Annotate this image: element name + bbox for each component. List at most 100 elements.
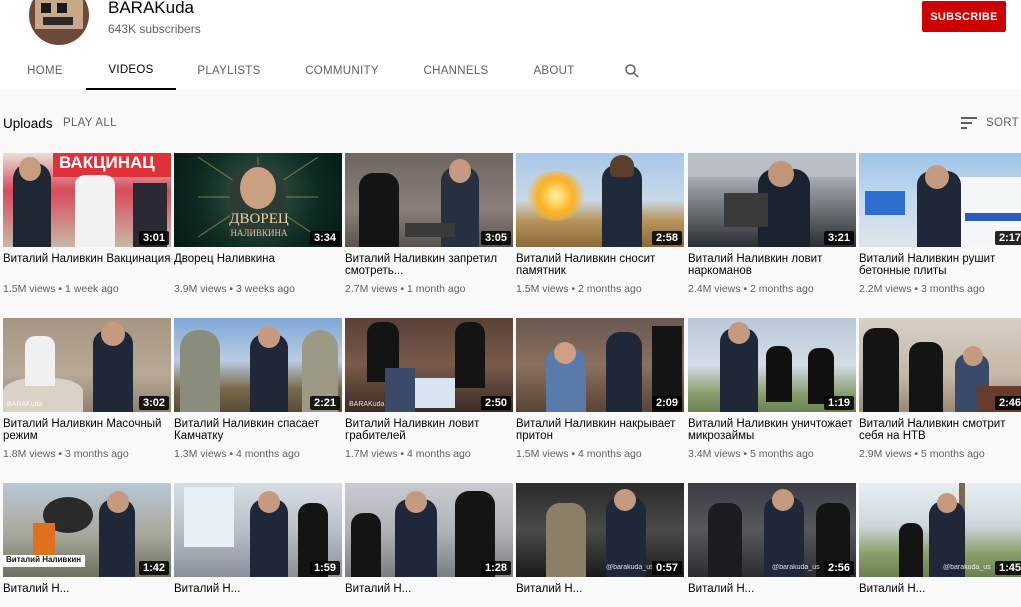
thumbnail-subtitle: НАЛИВКИНА — [230, 228, 288, 238]
video-meta: 1.5M views • 2 months ago — [516, 283, 642, 295]
video-card[interactable]: ДВОРЕЦ НАЛИВКИНА 3:34 Дворец Наливкина 3… — [174, 153, 342, 295]
video-thumbnail[interactable]: 2:21 — [174, 318, 342, 412]
tab-playlists[interactable]: PLAYLISTS — [184, 52, 274, 90]
video-card[interactable]: @barakuda_us 2:56 Виталий Н... — [688, 483, 856, 607]
video-title[interactable]: Виталий Наливкин запретил смотреть... — [345, 253, 513, 277]
video-meta: 1.5M views • 4 months ago — [516, 448, 642, 460]
tab-channels[interactable]: CHANNELS — [410, 52, 502, 90]
video-card[interactable]: 1:28 Виталий Н... — [345, 483, 513, 607]
video-card[interactable]: 1:59 Виталий Н... — [174, 483, 342, 607]
video-meta: 1.8M views • 3 months ago — [3, 448, 129, 460]
sort-button[interactable]: SORT BY — [986, 117, 1021, 129]
video-duration: 2:21 — [309, 396, 340, 410]
video-card[interactable]: 2:58 Виталий Наливкин сносит памятник 1.… — [516, 153, 684, 295]
video-card[interactable]: 2:21 Виталий Наливкин спасает Камчатку 1… — [174, 318, 342, 460]
video-thumbnail[interactable]: @barakuda_us 0:57 — [516, 483, 684, 577]
thumbnail-title: ДВОРЕЦ — [229, 211, 289, 227]
thumbnail-watermark: @barakuda_us — [772, 564, 820, 571]
video-card[interactable]: @barakuda_us 0:57 Виталий Н... — [516, 483, 684, 607]
video-card[interactable]: BARAKuda 3:02 Виталий Наливкин Масочный … — [3, 318, 171, 460]
video-thumbnail[interactable]: 2:09 — [516, 318, 684, 412]
video-thumbnail[interactable]: 1:19 — [688, 318, 856, 412]
video-thumbnail[interactable]: 3:05 — [345, 153, 513, 247]
video-title[interactable]: Виталий Наливкин Масочный режим — [3, 418, 171, 442]
video-meta: 1.5M views • 1 week ago — [3, 283, 119, 295]
tab-videos[interactable]: VIDEOS — [86, 52, 176, 90]
tab-community[interactable]: COMMUNITY — [292, 52, 392, 90]
video-thumbnail[interactable]: 2:46 — [859, 318, 1021, 412]
video-meta: 2.4M views • 2 months ago — [688, 283, 814, 295]
video-card[interactable]: Виталий Наливкин 1:42 Виталий Н... — [3, 483, 171, 607]
video-thumbnail[interactable]: 1:59 — [174, 483, 342, 577]
thumbnail-watermark: BARAKuda — [7, 401, 43, 408]
video-duration: 3:01 — [138, 231, 169, 245]
video-card[interactable]: 1:19 Виталий Наливкин уничтожает микроза… — [688, 318, 856, 460]
video-card[interactable]: 2:09 Виталий Наливкин накрывает притон 1… — [516, 318, 684, 460]
tab-home[interactable]: HOME — [12, 52, 78, 90]
channel-avatar[interactable] — [29, 0, 89, 45]
video-duration: 1:19 — [823, 396, 854, 410]
video-title[interactable]: Виталий Наливкин спасает Камчатку — [174, 418, 342, 442]
video-duration: 2:46 — [994, 396, 1021, 410]
video-title[interactable]: Виталий Наливкин ловит грабителей — [345, 418, 513, 442]
video-thumbnail[interactable]: 2:58 — [516, 153, 684, 247]
thumbnail-watermark: @barakuda_us — [606, 564, 654, 571]
video-meta: 2.2M views • 3 months ago — [859, 283, 985, 295]
video-thumbnail[interactable]: ВАКЦИНАЦ 3:01 — [3, 153, 171, 247]
video-duration: 2:56 — [823, 561, 854, 575]
video-thumbnail[interactable]: 1:28 — [345, 483, 513, 577]
video-card[interactable]: 2:46 Виталий Наливкин смотрит себя на НТ… — [859, 318, 1021, 460]
video-thumbnail[interactable]: ДВОРЕЦ НАЛИВКИНА 3:34 — [174, 153, 342, 247]
video-duration: 0:57 — [651, 561, 682, 575]
uploads-title: Uploads — [3, 116, 53, 131]
video-thumbnail[interactable]: BARAKuda 3:02 — [3, 318, 171, 412]
channel-tabs: HOME VIDEOS PLAYLISTS COMMUNITY CHANNELS… — [0, 52, 700, 90]
thumbnail-name-label: Виталий Наливкин — [3, 555, 85, 567]
video-meta: 2.9M views • 5 months ago — [859, 448, 985, 460]
channel-header: BARAKuda 643K subscribers SUBSCRIBE HOME… — [0, 0, 1021, 90]
video-meta: 2.7M views • 1 month ago — [345, 283, 466, 295]
video-title[interactable]: Виталий Наливкин сносит памятник — [516, 253, 684, 277]
subscribe-button[interactable]: SUBSCRIBE — [922, 1, 1006, 32]
video-duration: 1:45 — [994, 561, 1021, 575]
video-meta: 1.3M views • 4 months ago — [174, 448, 300, 460]
video-title[interactable]: Виталий Наливкин ловит наркоманов — [688, 253, 856, 277]
video-thumbnail[interactable]: 2:17 — [859, 153, 1021, 247]
video-title[interactable]: Виталий Наливкин Вакцинация — [3, 253, 171, 277]
video-duration: 1:42 — [138, 561, 169, 575]
video-card[interactable]: 2:17 Виталий Наливкин рушит бетонные пли… — [859, 153, 1021, 295]
video-title[interactable]: Виталий Наливкин накрывает притон — [516, 418, 684, 442]
play-all-button[interactable]: PLAY ALL — [63, 117, 117, 129]
thumbnail-watermark: BARAKuda — [349, 401, 385, 408]
video-thumbnail[interactable]: Виталий Наливкин 1:42 — [3, 483, 171, 577]
video-thumbnail[interactable]: 3:21 — [688, 153, 856, 247]
thumbnail-banner: ВАКЦИНАЦ — [53, 153, 171, 177]
video-card[interactable]: @barakuda_us 1:45 Виталий Н... — [859, 483, 1021, 607]
video-title[interactable]: Виталий Наливкин смотрит себя на НТВ — [859, 418, 1021, 442]
video-thumbnail[interactable]: @barakuda_us 2:56 — [688, 483, 856, 577]
video-thumbnail[interactable]: @barakuda_us 1:45 — [859, 483, 1021, 577]
video-duration: 2:58 — [651, 231, 682, 245]
video-title[interactable]: Виталий Наливкин уничтожает микрозаймы — [688, 418, 856, 442]
video-duration: 2:17 — [994, 231, 1021, 245]
video-card[interactable]: 3:21 Виталий Наливкин ловит наркоманов 2… — [688, 153, 856, 295]
video-duration: 1:59 — [309, 561, 340, 575]
video-card[interactable]: 3:05 Виталий Наливкин запретил смотреть.… — [345, 153, 513, 295]
channel-name: BARAKuda — [108, 0, 194, 17]
thumbnail-watermark: @barakuda_us — [943, 564, 991, 571]
video-duration: 3:05 — [480, 231, 511, 245]
subscriber-count: 643K subscribers — [108, 22, 201, 36]
video-thumbnail[interactable]: BARAKuda 2:50 — [345, 318, 513, 412]
video-card[interactable]: BARAKuda 2:50 Виталий Наливкин ловит гра… — [345, 318, 513, 460]
video-duration: 2:50 — [480, 396, 511, 410]
video-meta: 1.7M views • 4 months ago — [345, 448, 471, 460]
video-title[interactable]: Дворец Наливкина — [174, 253, 342, 277]
search-icon[interactable] — [623, 62, 641, 80]
sort-icon[interactable] — [961, 116, 979, 130]
video-meta: 3.4M views • 5 months ago — [688, 448, 814, 460]
video-title[interactable]: Виталий Наливкин рушит бетонные плиты — [859, 253, 1021, 277]
tab-about[interactable]: ABOUT — [520, 52, 588, 90]
video-duration: 3:34 — [309, 231, 340, 245]
uploads-bar: Uploads PLAY ALL SORT BY — [0, 110, 1021, 138]
video-card[interactable]: ВАКЦИНАЦ 3:01 Виталий Наливкин Вакцинаци… — [3, 153, 171, 295]
